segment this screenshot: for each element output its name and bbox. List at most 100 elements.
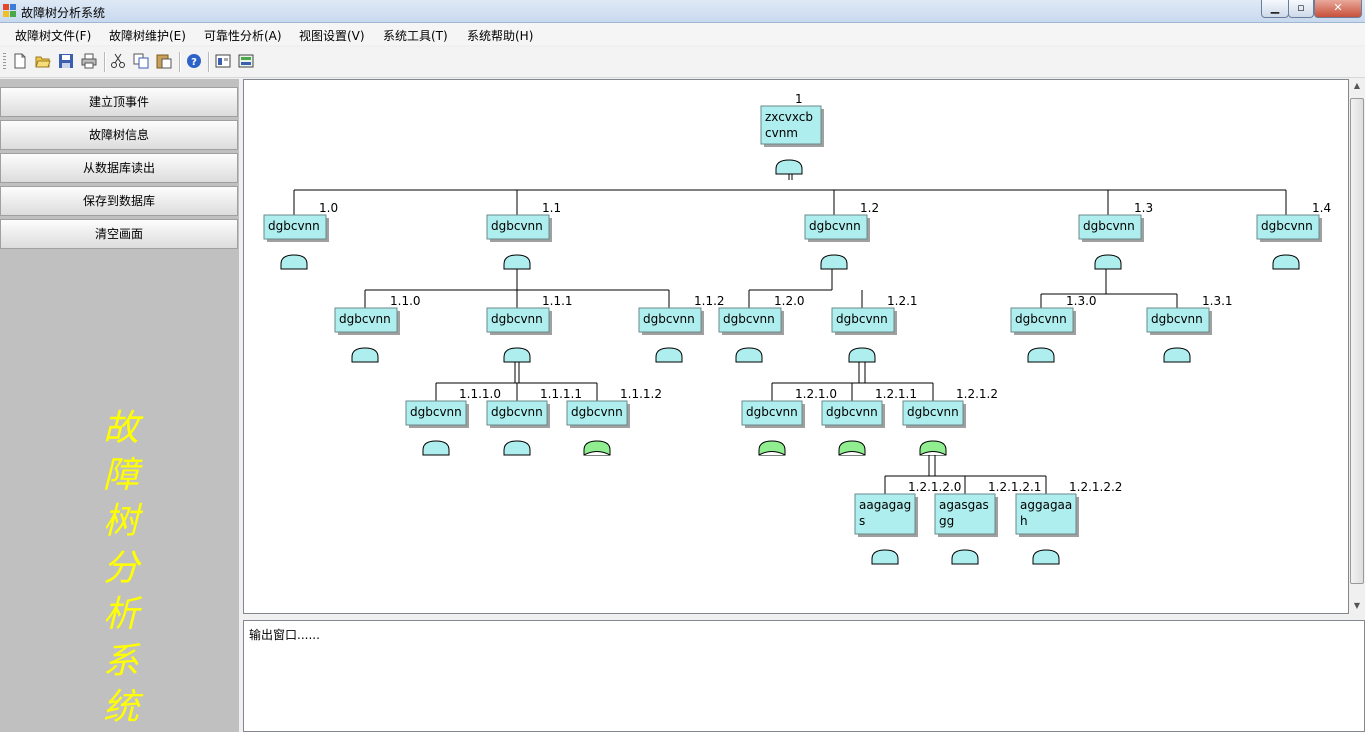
or-gate[interactable] (503, 347, 531, 363)
or-gate[interactable] (1027, 347, 1055, 363)
canvas-scrollbar[interactable]: ▲ ▼ (1349, 79, 1365, 614)
scroll-down-arrow[interactable]: ▼ (1349, 601, 1365, 610)
event-node[interactable]: dgbcvnn 1.2 (804, 201, 879, 242)
toolbar-separator (179, 52, 181, 72)
fault-tree-diagram[interactable]: zxcvxcb cvnm 1 dgbcvnn 1.0 dgbcvnn 1.1 dgbcvnn 1… (244, 80, 1348, 613)
event-node[interactable]: dgbcvnn 1.1 (486, 201, 561, 242)
or-gate[interactable] (775, 159, 803, 175)
cut-icon[interactable] (110, 53, 126, 69)
event-node[interactable]: dgbcvnn 1.2.1 (831, 294, 918, 335)
or-gate[interactable] (503, 254, 531, 270)
event-node[interactable]: dgbcvnn 1.3.0 (1010, 294, 1097, 335)
or-gate[interactable] (280, 254, 308, 270)
event-node-id: 1.3.1 (1202, 294, 1233, 308)
event-node-id: 1.1.2 (694, 294, 725, 308)
help-icon[interactable]: ? (186, 53, 202, 69)
print-icon[interactable] (81, 53, 97, 69)
side-title-char: 统 (102, 687, 139, 728)
app-icon (3, 4, 16, 17)
title-bar: 故障树分析系统 ▁ ▫ ✕ (0, 0, 1365, 23)
event-node-label: dgbcvnn (643, 312, 695, 326)
menu-file[interactable]: 故障树文件(F) (15, 27, 91, 44)
fault-tree-canvas[interactable]: zxcvxcb cvnm 1 dgbcvnn 1.0 dgbcvnn 1.1 dgbcvnn 1… (243, 79, 1349, 614)
or-gate[interactable] (1163, 347, 1191, 363)
or-gate[interactable] (735, 347, 763, 363)
or-gate[interactable] (820, 254, 848, 270)
basic-event-gate[interactable] (838, 440, 866, 456)
event-node-label: aagagag (859, 498, 911, 512)
event-node-label: dgbcvnn (746, 405, 798, 419)
menu-maintain[interactable]: 故障树维护(E) (109, 27, 186, 44)
event-node-label: agasgas (939, 498, 989, 512)
event-node-label: dgbcvnn (836, 312, 888, 326)
clear-canvas-button[interactable]: 清空画面 (0, 219, 238, 249)
event-node-label: dgbcvnn (723, 312, 775, 326)
event-node-id: 1.2.1.2.0 (908, 480, 961, 494)
fault-tree-info-button[interactable]: 故障树信息 (0, 120, 238, 150)
event-node-label: h (1020, 514, 1028, 528)
or-gate[interactable] (351, 347, 379, 363)
side-title-char: 障 (102, 454, 139, 496)
or-gate[interactable] (1094, 254, 1122, 270)
event-node[interactable]: dgbcvnn 1.1.1 (486, 294, 573, 335)
event-node[interactable]: dgbcvnn 1.4 (1256, 201, 1331, 242)
or-gate[interactable] (951, 549, 979, 565)
basic-event-gate[interactable] (583, 440, 611, 456)
event-node-label: dgbcvnn (826, 405, 878, 419)
basic-event-gate[interactable] (919, 440, 947, 456)
side-title-char: 分 (102, 547, 139, 589)
event-node-label: cvnm (765, 126, 798, 140)
output-window[interactable]: 输出窗口...... (243, 620, 1365, 732)
save-to-database-button[interactable]: 保存到数据库 (0, 186, 238, 216)
or-gate[interactable] (1272, 254, 1300, 270)
event-node-id: 1.1.1 (542, 294, 573, 308)
event-node[interactable]: dgbcvnn 1.1.2 (638, 294, 725, 335)
maximize-button[interactable]: ▫ (1288, 0, 1314, 18)
or-gate[interactable] (422, 440, 450, 456)
event-node-label: s (859, 514, 865, 528)
create-top-event-button[interactable]: 建立顶事件 (0, 87, 238, 117)
event-node[interactable]: dgbcvnn 1.0 (263, 201, 338, 242)
event-node[interactable]: dgbcvnn 1.3.1 (1146, 294, 1233, 335)
close-button[interactable]: ✕ (1314, 0, 1362, 18)
left-panel: 建立顶事件 故障树信息 从数据库读出 保存到数据库 清空画面 故障树分析系统 (0, 79, 239, 732)
or-gate[interactable] (871, 549, 899, 565)
or-gate[interactable] (655, 347, 683, 363)
scroll-up-arrow[interactable]: ▲ (1349, 81, 1365, 90)
toolbar-grip[interactable] (3, 53, 6, 71)
event-node[interactable]: dgbcvnn 1.2.0 (718, 294, 805, 335)
event-node[interactable]: dgbcvnn 1.2.1.2 (902, 387, 998, 428)
menu-view[interactable]: 视图设置(V) (299, 27, 365, 44)
or-gate[interactable] (503, 440, 531, 456)
read-from-database-button[interactable]: 从数据库读出 (0, 153, 238, 183)
event-node[interactable]: zxcvxcb cvnm 1 (760, 92, 824, 147)
event-node[interactable]: dgbcvnn 1.1.0 (334, 294, 421, 335)
toolbar-separator (208, 52, 210, 72)
event-node-label: dgbcvnn (268, 219, 320, 233)
event-node-id: 1.1.0 (390, 294, 421, 308)
new-icon[interactable] (12, 53, 28, 69)
scrollbar-thumb[interactable] (1350, 98, 1364, 584)
menu-tools[interactable]: 系统工具(T) (383, 27, 448, 44)
view-tree-icon[interactable] (215, 53, 231, 69)
event-node-id: 1.2.1.2.2 (1069, 480, 1122, 494)
or-gate[interactable] (1032, 549, 1060, 565)
menu-help[interactable]: 系统帮助(H) (467, 27, 533, 44)
basic-event-gate[interactable] (758, 440, 786, 456)
event-node-id: 1.2.1.2 (956, 387, 998, 401)
event-node-label: dgbcvnn (1261, 219, 1313, 233)
refresh-icon[interactable] (238, 53, 254, 69)
open-folder-icon[interactable] (35, 53, 51, 69)
event-node-label: dgbcvnn (1015, 312, 1067, 326)
minimize-button[interactable]: ▁ (1261, 0, 1289, 18)
or-gate[interactable] (848, 347, 876, 363)
event-node[interactable]: dgbcvnn 1.3 (1078, 201, 1153, 242)
save-icon[interactable] (58, 53, 74, 69)
paste-icon[interactable] (156, 53, 172, 69)
event-node-id: 1.2 (860, 201, 879, 215)
event-node-label: dgbcvnn (410, 405, 462, 419)
copy-icon[interactable] (133, 53, 149, 69)
menu-reliability[interactable]: 可靠性分析(A) (204, 27, 282, 44)
side-title: 故障树分析系统 (98, 406, 144, 732)
side-title-char: 故 (102, 408, 139, 449)
